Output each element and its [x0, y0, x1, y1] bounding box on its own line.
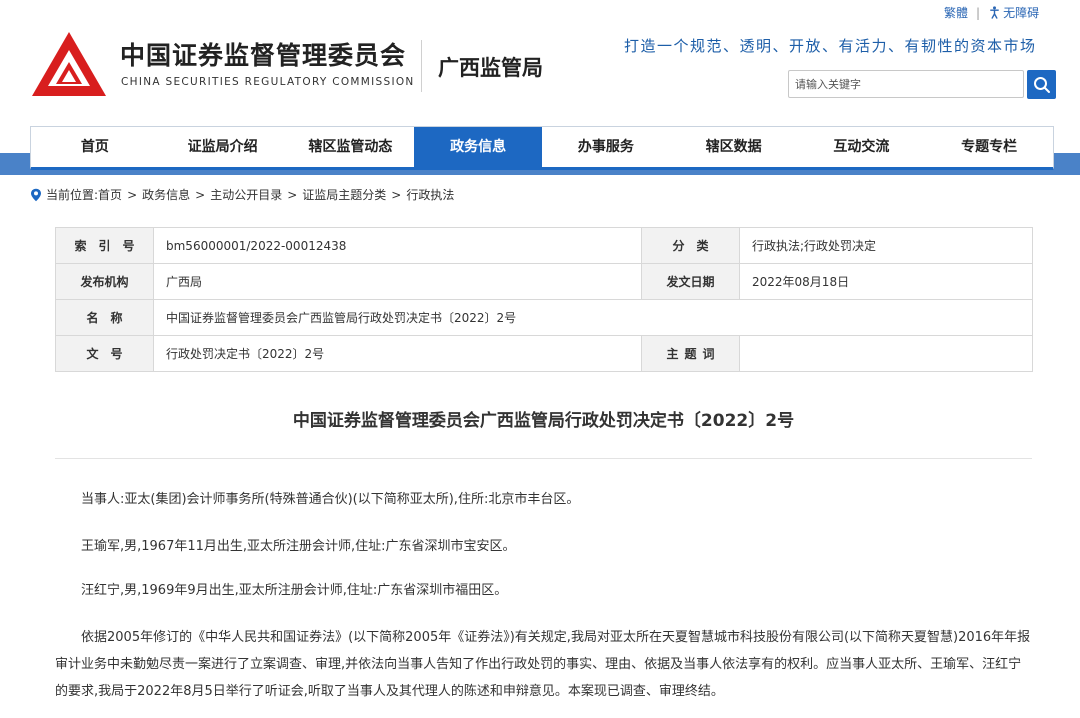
keyword-label: 主题词	[666, 347, 721, 361]
table-row: 文号 行政处罚决定书〔2022〕2号 主题词	[55, 335, 1033, 372]
publisher-label: 发布机构	[55, 263, 154, 300]
docno-label: 文号	[86, 347, 135, 361]
article-title: 中国证券监督管理委员会广西监管局行政处罚决定书〔2022〕2号	[292, 411, 795, 431]
date-label: 发文日期	[641, 263, 740, 300]
nav-item-home[interactable]: 首页	[31, 127, 159, 167]
article-paragraph: 当事人:亚太(集团)会计师事务所(特殊普通合伙)(以下简称亚太所),住所:北京市…	[81, 492, 580, 507]
bureau-name: 广西监管局	[438, 56, 543, 80]
breadcrumb-government-info[interactable]: 政务信息	[142, 186, 190, 203]
index-label-cell: 索引号	[55, 227, 154, 264]
keyword-value	[739, 335, 1033, 372]
category-value: 行政执法;行政处罚决定	[739, 227, 1033, 264]
keyword-label-cell: 主题词	[641, 335, 740, 372]
title-divider	[55, 458, 1032, 459]
breadcrumb-prefix: 当前位置:	[46, 188, 99, 202]
index-label: 索引号	[74, 239, 147, 253]
header-divider	[421, 40, 422, 92]
publisher-value: 广西局	[153, 263, 642, 300]
accessibility-link[interactable]: 无障碍	[988, 4, 1039, 21]
name-label: 名称	[86, 311, 135, 325]
category-label: 分类	[672, 239, 721, 253]
location-pin-icon	[31, 188, 41, 201]
nav-item-government-info[interactable]: 政务信息	[414, 127, 542, 167]
nav-item-regulatory-news[interactable]: 辖区监管动态	[287, 127, 415, 167]
document-info-table: 索引号 bm56000001/2022-00012438 分类 行政执法;行政处…	[55, 227, 1033, 372]
top-links: 繁體 | 无障碍	[944, 4, 1039, 21]
table-row: 索引号 bm56000001/2022-00012438 分类 行政执法;行政处…	[55, 227, 1033, 264]
accessibility-label: 无障碍	[1003, 6, 1040, 20]
breadcrumb-theme-category[interactable]: 证监局主题分类	[302, 186, 386, 203]
accessibility-icon	[990, 6, 999, 19]
breadcrumb-home[interactable]: 首页	[98, 186, 122, 203]
search-icon	[1033, 76, 1050, 93]
index-value: bm56000001/2022-00012438	[153, 227, 642, 264]
top-links-separator: |	[976, 5, 981, 20]
article-paragraph: 依据2005年修订的《中华人民共和国证券法》(以下简称2005年《证券法》)有关…	[55, 630, 1031, 699]
breadcrumb-sep: >	[391, 187, 402, 202]
date-value: 2022年08月18日	[739, 263, 1033, 300]
breadcrumb-sep: >	[195, 187, 206, 202]
search-input[interactable]	[789, 71, 1015, 97]
nav-item-interaction[interactable]: 互动交流	[798, 127, 926, 167]
breadcrumb: 当前位置: 首页 > 政务信息 > 主动公开目录 > 证监局主题分类 > 行政执…	[30, 186, 454, 203]
org-name-en: CHINA SECURITIES REGULATORY COMMISSION	[121, 76, 415, 88]
search-box	[788, 70, 1024, 98]
article-paragraph: 汪红宁,男,1969年9月出生,亚太所注册会计师,住址:广东省深圳市福田区。	[81, 583, 508, 598]
breadcrumb-sep: >	[127, 187, 138, 202]
article-paragraph: 王瑜军,男,1967年11月出生,亚太所注册会计师,住址:广东省深圳市宝安区。	[81, 539, 516, 554]
search-button[interactable]	[1027, 70, 1056, 99]
traditional-chinese-link[interactable]: 繁體	[944, 4, 968, 21]
category-label-cell: 分类	[641, 227, 740, 264]
table-row: 发布机构 广西局 发文日期 2022年08月18日	[55, 263, 1033, 300]
docno-label-cell: 文号	[55, 335, 154, 372]
table-row: 名称 中国证券监督管理委员会广西监管局行政处罚决定书〔2022〕2号	[55, 299, 1033, 336]
csrc-logo-icon[interactable]	[30, 30, 108, 98]
slogan: 打造一个规范、透明、开放、有活力、有韧性的资本市场	[624, 37, 1037, 55]
org-name-cn: 中国证券监督管理委员会	[120, 41, 407, 70]
main-nav: 首页 证监局介绍 辖区监管动态 政务信息 办事服务 辖区数据 互动交流 专题专栏	[30, 126, 1054, 170]
nav-item-services[interactable]: 办事服务	[542, 127, 670, 167]
name-label-cell: 名称	[55, 299, 154, 336]
breadcrumb-sep: >	[287, 187, 298, 202]
docno-value: 行政处罚决定书〔2022〕2号	[153, 335, 642, 372]
name-value: 中国证券监督管理委员会广西监管局行政处罚决定书〔2022〕2号	[153, 299, 1033, 336]
breadcrumb-public-catalog[interactable]: 主动公开目录	[210, 186, 282, 203]
breadcrumb-enforcement[interactable]: 行政执法	[406, 186, 454, 203]
nav-item-special-topics[interactable]: 专题专栏	[925, 127, 1053, 167]
nav-item-bureau-intro[interactable]: 证监局介绍	[159, 127, 287, 167]
nav-item-regional-data[interactable]: 辖区数据	[670, 127, 798, 167]
